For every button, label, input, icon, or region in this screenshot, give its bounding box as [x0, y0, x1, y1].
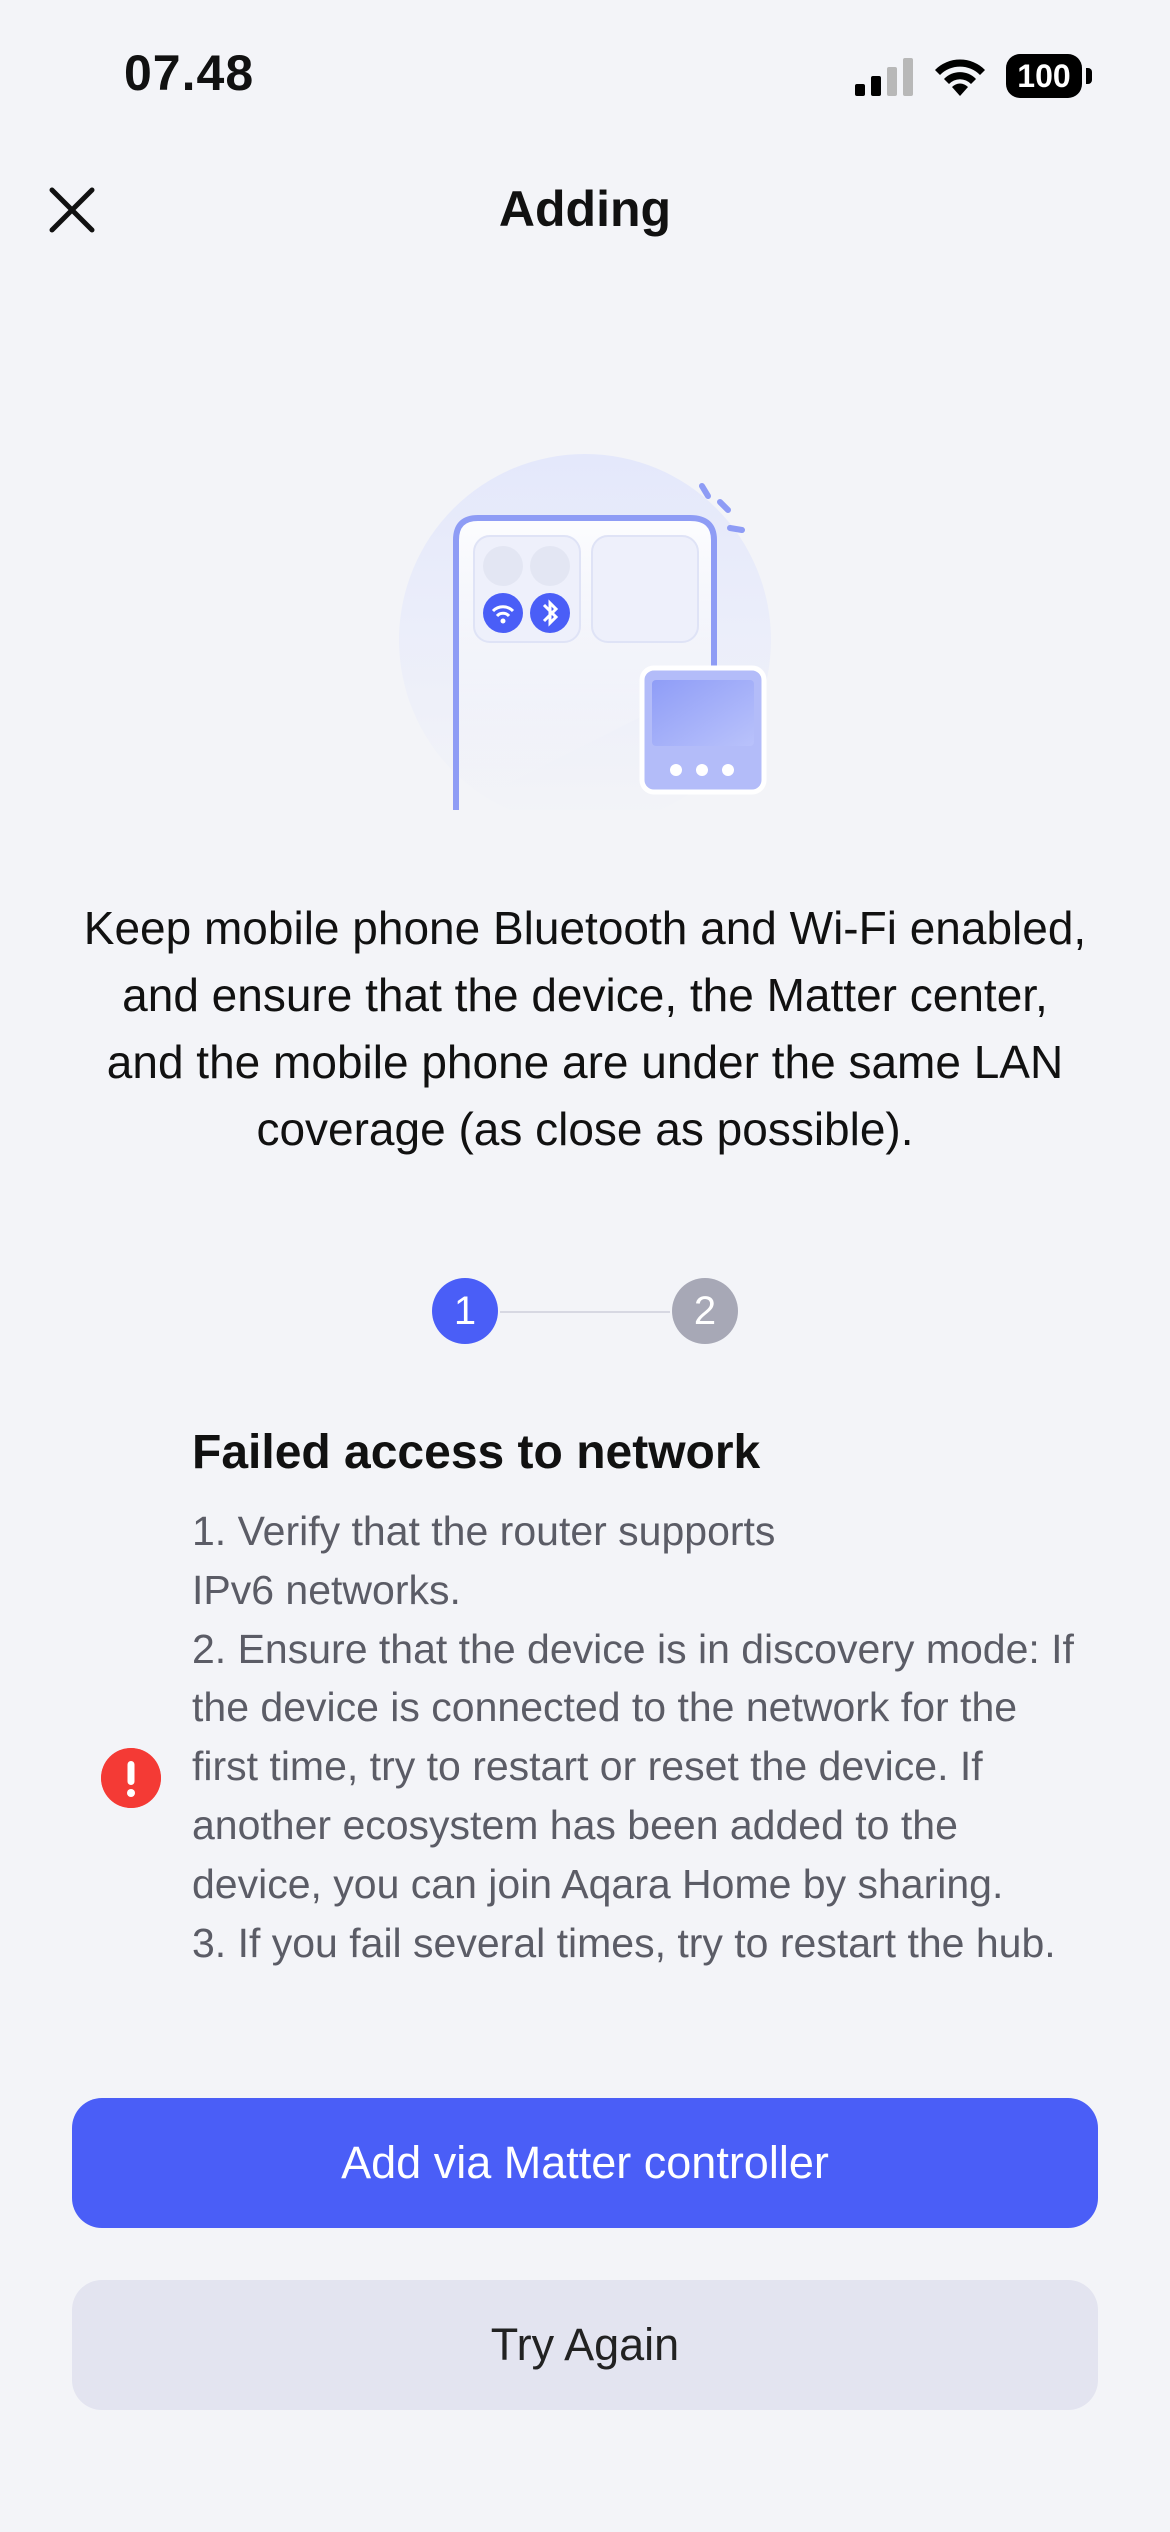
battery-level: 100: [1006, 54, 1082, 98]
phone-hub-illustration: [399, 454, 771, 810]
nav-bar: Adding: [0, 160, 1170, 260]
cellular-signal-icon: [855, 58, 913, 96]
try-again-button[interactable]: Try Again: [72, 2280, 1098, 2410]
error-message: Failed access to network 1. Verify that …: [192, 1418, 1092, 2048]
battery-icon: 100: [1006, 54, 1092, 98]
page-title: Adding: [498, 181, 672, 237]
add-via-matter-controller-button[interactable]: Add via Matter controller: [72, 2098, 1098, 2228]
step-1-indicator: 1: [432, 1278, 498, 1344]
battery-tip: [1086, 68, 1092, 84]
stepper: 1 2: [430, 1278, 740, 1346]
error-title: Failed access to network: [192, 1426, 761, 1479]
step-2-indicator: 2: [672, 1278, 738, 1344]
status-time: 07.48: [124, 45, 255, 101]
wifi-icon: [935, 59, 985, 96]
error-body: 1. Verify that the router supports IPv6 …: [192, 1508, 1074, 1966]
status-bar: 07.48 100: [0, 0, 1170, 150]
alert-icon: [101, 1748, 161, 1808]
stepper-connector: [500, 1311, 670, 1313]
instruction-text: Keep mobile phone Bluetooth and Wi-Fi en…: [83, 902, 1087, 1155]
